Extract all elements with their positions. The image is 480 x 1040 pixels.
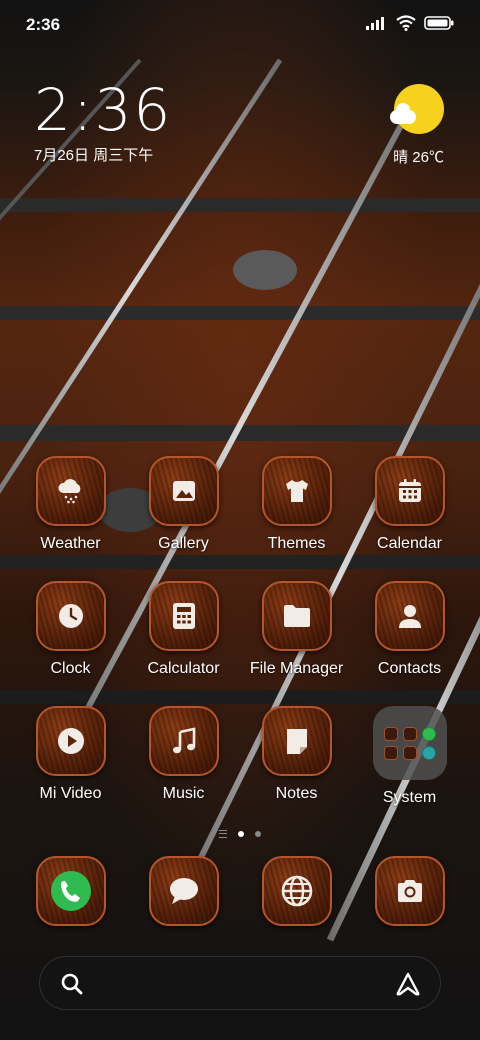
- app-mi-video[interactable]: Mi Video: [14, 706, 127, 831]
- app-row: Mi Video Music Notes System: [14, 706, 466, 831]
- camera-icon: [374, 856, 445, 926]
- weather-widget[interactable]: 晴 26℃: [390, 84, 444, 167]
- contacts-icon: [374, 581, 445, 651]
- music-icon: [148, 706, 219, 776]
- app-label: Mi Video: [39, 785, 102, 802]
- search-icon[interactable]: [60, 972, 84, 1001]
- app-label: File Manager: [249, 660, 344, 677]
- messages-icon: [148, 856, 219, 926]
- app-label: System: [382, 789, 437, 806]
- app-notes[interactable]: Notes: [240, 706, 353, 831]
- app-gallery[interactable]: Gallery: [127, 456, 240, 581]
- signal-icon: [366, 16, 388, 35]
- app-label: Themes: [267, 535, 326, 552]
- calendar-icon: [374, 456, 445, 526]
- gallery-icon: [148, 456, 219, 526]
- app-weather[interactable]: Weather: [14, 456, 127, 581]
- clock-widget[interactable]: 2:36 7月26日 周三下午: [34, 78, 172, 165]
- menu-lines-icon: [219, 830, 227, 838]
- play-icon: [35, 706, 106, 776]
- app-clock[interactable]: Clock: [14, 581, 127, 706]
- dock-browser[interactable]: [240, 856, 353, 932]
- page-dot: [255, 831, 261, 837]
- app-label: Gallery: [158, 535, 209, 552]
- weather-text: 晴 26℃: [393, 149, 444, 166]
- mini-app-icon: [402, 745, 417, 760]
- folder-system-icon: [372, 706, 447, 780]
- app-music[interactable]: Music: [127, 706, 240, 831]
- app-contacts[interactable]: Contacts: [353, 581, 466, 706]
- mini-app-icon: [421, 726, 436, 741]
- app-label: Notes: [275, 785, 318, 802]
- notes-icon: [261, 706, 332, 776]
- app-label: Clock: [50, 660, 91, 677]
- dock-messages[interactable]: [127, 856, 240, 932]
- app-row: Weather Gallery Themes Calendar: [14, 456, 466, 581]
- app-calendar[interactable]: Calendar: [353, 456, 466, 581]
- app-row: Clock Calculator File Manager Contacts: [14, 581, 466, 706]
- calculator-icon: [148, 581, 219, 651]
- app-label: Music: [162, 785, 205, 802]
- widget-date: 7月26日 周三下午: [34, 147, 154, 164]
- search-bar[interactable]: [39, 956, 441, 1010]
- app-calculator[interactable]: Calculator: [127, 581, 240, 706]
- mini-app-icon: [421, 745, 436, 760]
- app-folder-system[interactable]: System: [353, 706, 466, 831]
- mini-app-icon: [402, 726, 417, 741]
- app-label: Calendar: [377, 535, 442, 552]
- browser-icon: [261, 856, 332, 926]
- dock-phone[interactable]: [14, 856, 127, 932]
- clock-icon: [35, 581, 106, 651]
- wifi-icon: [396, 15, 416, 36]
- page-indicator[interactable]: [0, 830, 480, 838]
- widget-time: 2:36: [34, 76, 173, 144]
- dock-camera[interactable]: [353, 856, 466, 932]
- sun-cloud-icon: [390, 84, 444, 134]
- page-dot-active: [238, 831, 244, 837]
- app-label: Calculator: [147, 660, 220, 677]
- status-bar: 2:36: [0, 0, 480, 50]
- status-icons: [366, 15, 454, 36]
- weather-icon: [35, 456, 106, 526]
- mini-app-icon: [383, 745, 398, 760]
- app-grid: Weather Gallery Themes Calendar Clock Ca…: [14, 456, 466, 831]
- app-label: Contacts: [377, 660, 442, 677]
- battery-icon: [424, 16, 454, 35]
- app-label: Weather: [40, 535, 101, 552]
- assistant-icon[interactable]: [394, 971, 422, 1002]
- app-file-manager[interactable]: File Manager: [240, 581, 353, 706]
- status-time: 2:36: [26, 15, 61, 34]
- mini-app-icon: [383, 726, 398, 741]
- app-themes[interactable]: Themes: [240, 456, 353, 581]
- dock: [14, 856, 466, 932]
- folder-icon: [261, 581, 332, 651]
- phone-icon: [35, 856, 106, 926]
- themes-icon: [261, 456, 332, 526]
